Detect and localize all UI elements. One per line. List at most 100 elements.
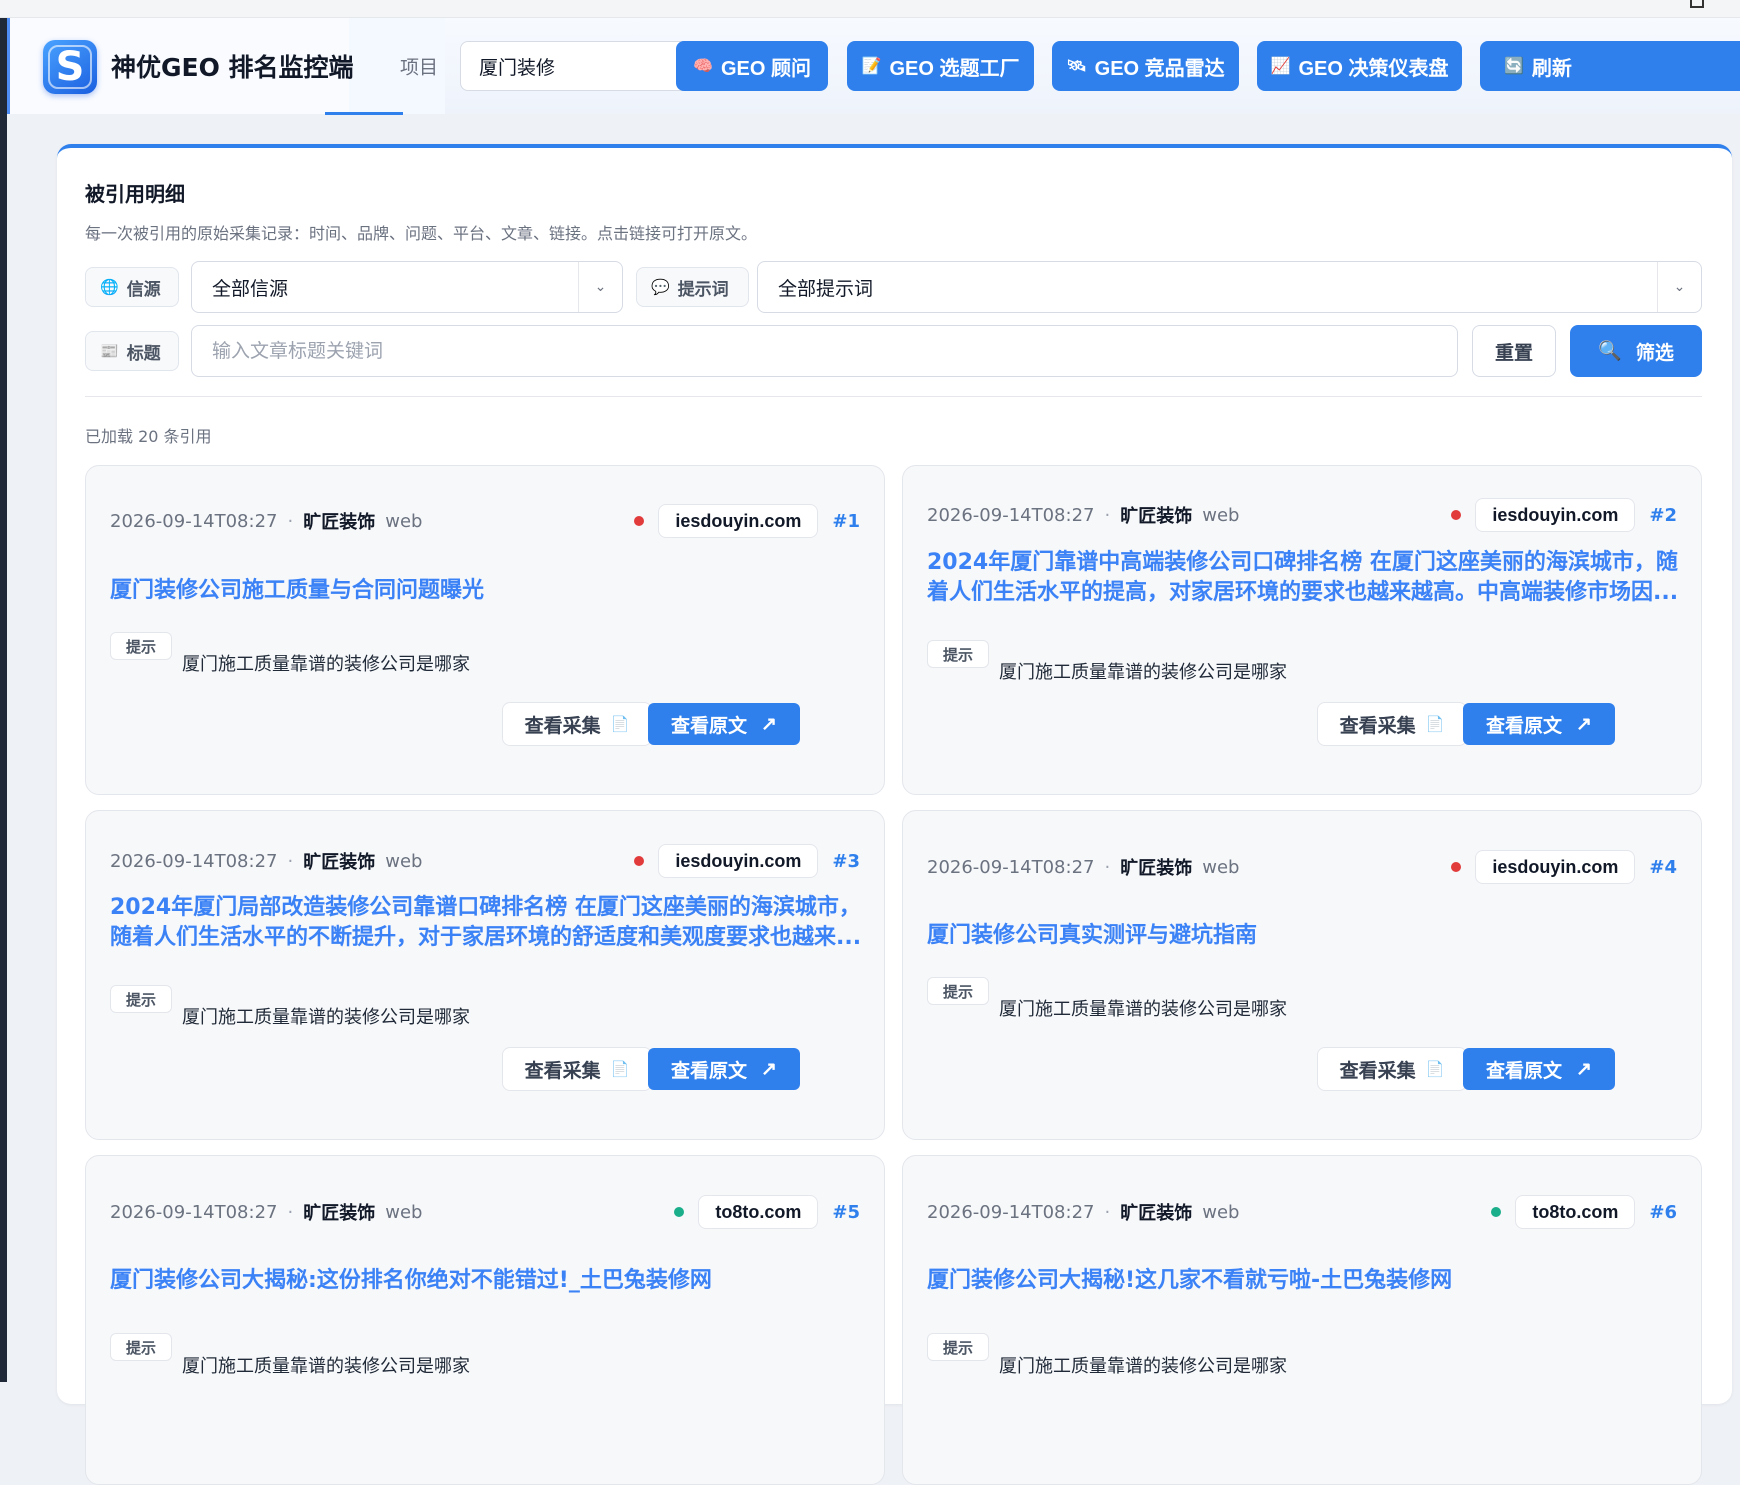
status-dot (1491, 1207, 1502, 1217)
open-original-button[interactable]: 查看原文 ↗ (1463, 1048, 1615, 1090)
file-icon: 📄 (1425, 715, 1445, 733)
reset-button[interactable]: 重置 (1472, 325, 1556, 377)
citation-detail-panel: 被引用明细 每一次被引用的原始采集记录：时间、品牌、问题、平台、文章、链接。点击… (57, 144, 1732, 1485)
card-brand: 旷匠装饰 (1120, 506, 1193, 527)
card-platform: web (1202, 1201, 1240, 1223)
chart-icon: 📈 (1270, 58, 1291, 75)
filter-button[interactable]: 🔍 筛选 (1570, 325, 1702, 377)
site-badge[interactable]: to8to.com (698, 1195, 819, 1229)
open-original-button[interactable]: 查看原文 ↗ (1463, 703, 1615, 745)
card-number: #5 (832, 1201, 860, 1223)
card-title-link[interactable]: 2024年厦门局部改造装修公司靠谱口碑排名榜 在厦门这座美丽的海滨城市，随着人们… (110, 893, 862, 953)
speech-bubble-icon: 💬 (651, 278, 670, 296)
site-badge[interactable]: iesdouyin.com (658, 844, 819, 878)
source-select[interactable]: 全部信源 ⌄ (191, 261, 623, 313)
chevron-down-icon[interactable]: ⌄ (1657, 262, 1701, 312)
card-title-link[interactable]: 厦门装修公司施工质量与合同问题曝光 (110, 576, 862, 606)
open-original-label: 查看原文 (671, 715, 748, 737)
open-original-label: 查看原文 (1486, 1060, 1563, 1082)
divider (85, 396, 1702, 397)
view-collection-button[interactable]: 查看采集 📄 (502, 1047, 652, 1091)
geo-topic-factory-button[interactable]: 📝 GEO 选题工厂 (847, 41, 1034, 91)
window-top-strip (0, 0, 1740, 18)
citation-card: 2026-09-14T08:27 · 旷匠装饰 web to8to.com #6 … (902, 1155, 1702, 1485)
left-edge-bar (0, 18, 7, 1382)
card-platform: web (385, 1201, 423, 1223)
card-brand: 旷匠装饰 (303, 852, 376, 873)
logo-letter: S (48, 45, 92, 89)
status-dot (1451, 862, 1462, 872)
prompt-select[interactable]: 全部提示词 ⌄ (757, 261, 1702, 313)
external-link-icon: ↗ (761, 1058, 777, 1080)
hint-tag: 提示 (927, 640, 989, 668)
card-title-link[interactable]: 厦门装修公司大揭秘:这份排名你绝对不能错过!_土巴兔装修网 (110, 1266, 862, 1296)
hint-text: 厦门施工质量靠谱的装修公司是哪家 (182, 1356, 470, 1377)
card-source: iesdouyin.com #1 (634, 503, 860, 539)
window-control-icon[interactable] (1690, 0, 1704, 8)
title-filter-label: 📰 标题 (85, 331, 179, 371)
brain-icon: 🧠 (693, 58, 713, 75)
chevron-down-icon[interactable]: ⌄ (578, 262, 622, 312)
geo-competitor-radar-label: GEO 竞品雷达 (1094, 57, 1225, 80)
panel-description: 每一次被引用的原始采集记录：时间、品牌、问题、平台、文章、链接。点击链接可打开原… (85, 224, 758, 243)
site-badge[interactable]: iesdouyin.com (1475, 498, 1636, 532)
citation-card: 2026-09-14T08:27 · 旷匠装饰 web iesdouyin.com… (85, 465, 885, 795)
site-badge[interactable]: to8to.com (1515, 1195, 1636, 1229)
card-number: #1 (832, 510, 860, 532)
view-collection-button[interactable]: 查看采集 📄 (502, 702, 652, 746)
citation-card: 2026-09-14T08:27 · 旷匠装饰 web iesdouyin.com… (902, 810, 1702, 1140)
card-time: 2026-09-14T08:27 (927, 856, 1095, 878)
title-keyword-input[interactable] (191, 325, 1458, 377)
globe-icon: 🌐 (100, 278, 119, 296)
panel-title: 被引用明细 (85, 182, 185, 206)
card-time: 2026-09-14T08:27 (110, 850, 278, 872)
card-platform: web (385, 510, 423, 532)
open-original-button[interactable]: 查看原文 ↗ (648, 1048, 800, 1090)
card-meta: 2026-09-14T08:27 · 旷匠装饰 web (927, 1192, 1239, 1232)
card-meta: 2026-09-14T08:27 · 旷匠装饰 web (110, 1192, 422, 1232)
document-icon: 📝 (861, 58, 882, 75)
site-badge[interactable]: iesdouyin.com (658, 504, 819, 538)
app-title: 神优GEO 排名监控端 (111, 53, 354, 82)
card-title-link[interactable]: 厦门装修公司大揭秘!这几家不看就亏啦-土巴兔装修网 (927, 1266, 1679, 1296)
card-source: iesdouyin.com #2 (1451, 497, 1677, 533)
external-link-icon: ↗ (761, 713, 777, 735)
open-original-button[interactable]: 查看原文 ↗ (648, 703, 800, 745)
status-dot (634, 516, 645, 526)
refresh-label: 刷新 (1531, 57, 1572, 80)
view-collection-button[interactable]: 查看采集 📄 (1317, 702, 1467, 746)
geo-advisor-button[interactable]: 🧠 GEO 顾问 (676, 41, 828, 91)
active-tab-indicator (325, 112, 403, 115)
refresh-button[interactable]: 🔄 刷新 (1480, 41, 1740, 91)
card-platform: web (1202, 504, 1240, 526)
card-brand: 旷匠装饰 (303, 1203, 376, 1224)
view-collection-button[interactable]: 查看采集 📄 (1317, 1047, 1467, 1091)
hint-tag: 提示 (110, 985, 172, 1013)
geo-dashboard-button[interactable]: 📈 GEO 决策仪表盘 (1257, 41, 1462, 91)
title-label-text: 标题 (126, 343, 161, 364)
card-time: 2026-09-14T08:27 (110, 1201, 278, 1223)
status-dot (674, 1207, 685, 1217)
citation-card: 2026-09-14T08:27 · 旷匠装饰 web to8to.com #5 … (85, 1155, 885, 1485)
geo-competitor-radar-button[interactable]: 🛰 GEO 竞品雷达 (1052, 41, 1239, 91)
card-meta: 2026-09-14T08:27 · 旷匠装饰 web (110, 841, 422, 881)
file-icon: 📄 (1425, 1060, 1445, 1078)
hint-tag: 提示 (927, 977, 989, 1005)
card-platform: web (385, 850, 423, 872)
hint-tag: 提示 (110, 632, 172, 660)
view-collection-label: 查看采集 (524, 714, 601, 737)
card-time: 2026-09-14T08:27 (110, 510, 278, 532)
card-brand: 旷匠装饰 (1120, 858, 1193, 879)
prompt-select-value: 全部提示词 (778, 277, 874, 300)
card-title-link[interactable]: 厦门装修公司真实测评与避坑指南 (927, 921, 1679, 951)
site-badge[interactable]: iesdouyin.com (1475, 850, 1636, 884)
satellite-icon: 🛰 (1066, 58, 1087, 75)
card-source: to8to.com #6 (1491, 1194, 1677, 1230)
geo-dashboard-label: GEO 决策仪表盘 (1298, 57, 1449, 80)
citation-card: 2026-09-14T08:27 · 旷匠装饰 web iesdouyin.com… (85, 810, 885, 1140)
card-title-link[interactable]: 2024年厦门靠谱中高端装修公司口碑排名榜 在厦门这座美丽的海滨城市，随着人们生… (927, 548, 1679, 608)
external-link-icon: ↗ (1576, 713, 1592, 735)
hint-tag: 提示 (110, 1333, 172, 1361)
open-original-label: 查看原文 (1486, 715, 1563, 737)
app-header: S 神优GEO 排名监控端 项目 🧠 GEO 顾问 📝 GEO 选题工厂 🛰 G… (7, 18, 1740, 115)
